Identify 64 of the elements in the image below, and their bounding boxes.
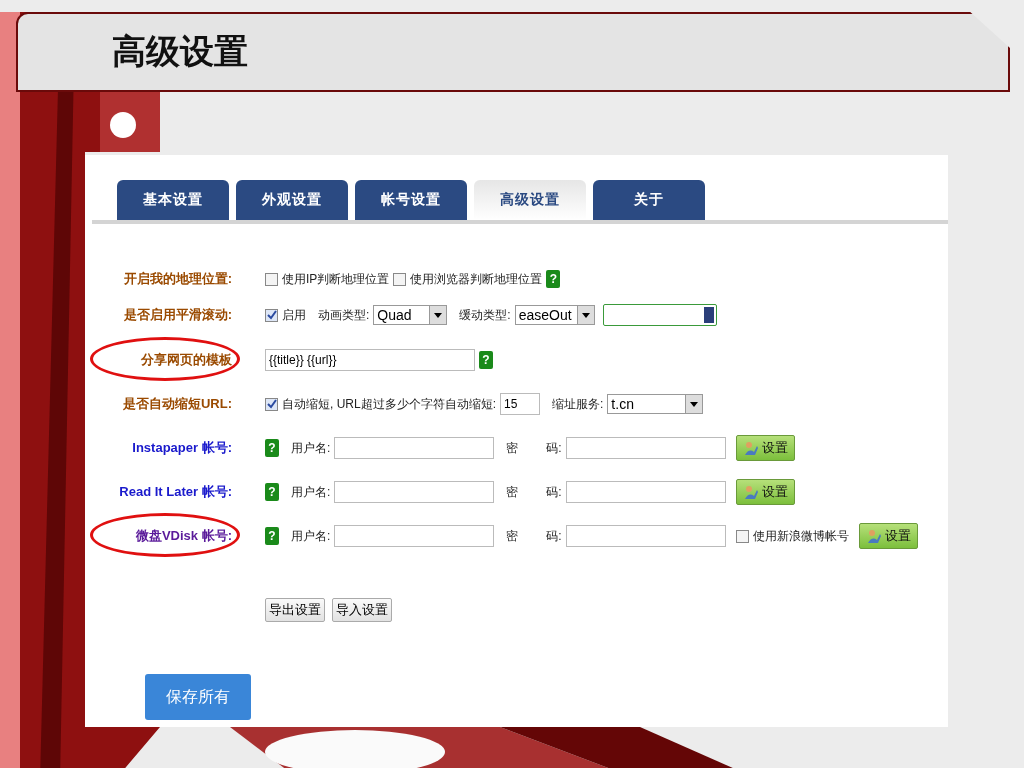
caret-icon	[685, 395, 703, 413]
username-label: 用户名:	[291, 439, 331, 457]
color-swatch	[703, 307, 714, 323]
help-icon[interactable]: ?	[546, 270, 561, 288]
caret-icon	[429, 306, 447, 324]
field-label: 微盘VDisk 帐号:	[135, 528, 232, 543]
settings-button[interactable]: 设置	[735, 479, 795, 505]
checkbox-label: 自动缩短, URL超过多少个字符自动缩短:	[282, 395, 496, 413]
password-field[interactable]	[565, 525, 726, 547]
help-icon[interactable]: ?	[265, 439, 279, 457]
tab[interactable]: 关于	[593, 180, 705, 220]
checkbox-label: 启用	[282, 306, 306, 324]
password-label: 码:	[546, 439, 562, 457]
password-label: 密	[506, 483, 519, 501]
person-icon	[742, 440, 759, 456]
tab[interactable]: 帐号设置	[355, 180, 467, 220]
number-field[interactable]: 15	[500, 393, 540, 415]
field-label: 是否自动缩短URL:	[122, 396, 232, 411]
username-label: 用户名:	[291, 483, 331, 501]
checkbox[interactable]	[265, 308, 278, 322]
color-field[interactable]	[602, 304, 717, 326]
tab[interactable]: 外观设置	[236, 180, 348, 220]
field-label: Read It Later 帐号:	[119, 484, 232, 499]
select-label: 缩址服务:	[552, 395, 604, 413]
password-label: 密	[506, 439, 519, 457]
settings-button[interactable]: 设置	[858, 523, 918, 549]
field-label: Instapaper 帐号:	[132, 440, 232, 455]
person-icon	[742, 484, 759, 500]
field-label: 是否启用平滑滚动:	[123, 307, 232, 322]
help-icon[interactable]: ?	[479, 351, 493, 369]
checkbox[interactable]	[393, 272, 407, 286]
field-label: 开启我的地理位置:	[123, 271, 232, 286]
password-field[interactable]	[565, 481, 726, 503]
password-label: 码:	[546, 483, 562, 501]
username-field[interactable]	[334, 525, 495, 547]
select-label: 缓动类型:	[459, 306, 511, 324]
username-label: 用户名:	[291, 527, 331, 545]
slide-title: 高级设置	[112, 31, 248, 72]
caret-icon	[576, 306, 594, 324]
save-all-button[interactable]: 保存所有	[145, 674, 251, 720]
checkbox-label: 使用新浪微博帐号	[752, 527, 849, 545]
template-field[interactable]: {{title}} {{url}}	[265, 349, 475, 371]
checkbox[interactable]	[735, 529, 749, 543]
checkbox-label: 使用浏览器判断地理位置	[410, 270, 543, 288]
dropdown[interactable]: easeOut	[514, 305, 595, 325]
password-label: 码:	[546, 527, 562, 545]
select-label: 动画类型:	[318, 306, 370, 324]
password-label: 密	[506, 527, 519, 545]
checkbox[interactable]	[265, 397, 278, 411]
field-label: 分享网页的模板	[141, 352, 232, 367]
password-field[interactable]	[565, 437, 726, 459]
username-field[interactable]	[334, 481, 495, 503]
dropdown[interactable]: t.cn	[607, 394, 704, 414]
action-button[interactable]: 导入设置	[332, 598, 392, 622]
checkbox-label: 使用IP判断地理位置	[282, 270, 390, 288]
dropdown[interactable]: Quad	[373, 305, 448, 325]
tab[interactable]: 基本设置	[117, 180, 229, 220]
help-icon[interactable]: ?	[265, 527, 279, 545]
help-icon[interactable]: ?	[265, 483, 279, 501]
username-field[interactable]	[334, 437, 495, 459]
person-icon	[865, 528, 882, 544]
action-button[interactable]: 导出设置	[265, 598, 325, 622]
settings-button[interactable]: 设置	[735, 435, 795, 461]
checkbox[interactable]	[265, 272, 278, 286]
